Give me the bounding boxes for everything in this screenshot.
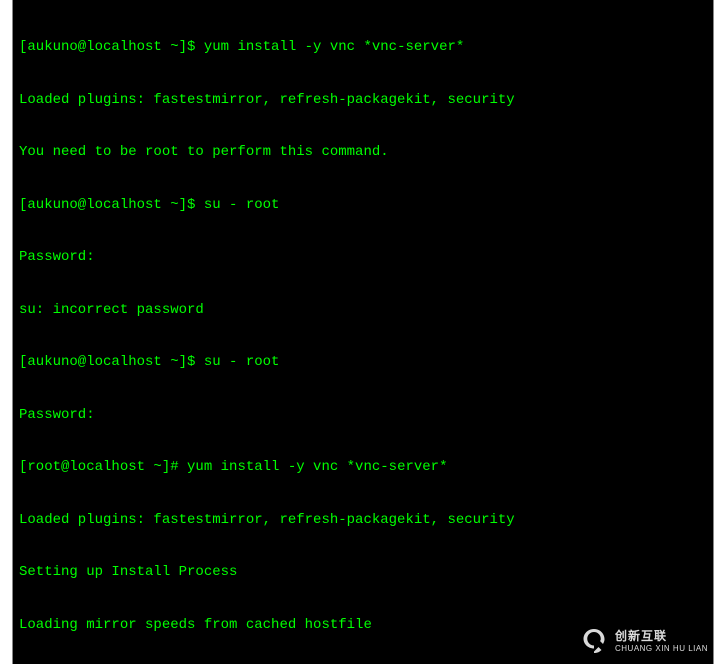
output-line: Setting up Install Process bbox=[19, 564, 707, 582]
password-prompt: Password: bbox=[19, 249, 707, 267]
shell-prompt: [aukuno@localhost ~]$ bbox=[19, 39, 204, 55]
prompt-line: [aukuno@localhost ~]$ su - root bbox=[19, 354, 707, 372]
prompt-line: [root@localhost ~]# yum install -y vnc *… bbox=[19, 459, 707, 477]
command-text: su - root bbox=[204, 354, 280, 370]
output-line: You need to be root to perform this comm… bbox=[19, 144, 707, 162]
output-line: Loaded plugins: fastestmirror, refresh-p… bbox=[19, 512, 707, 530]
output-line: Loaded plugins: fastestmirror, refresh-p… bbox=[19, 92, 707, 110]
command-text: su - root bbox=[204, 197, 280, 213]
command-text: yum install -y vnc *vnc-server* bbox=[187, 459, 447, 475]
shell-prompt: [aukuno@localhost ~]$ bbox=[19, 197, 204, 213]
prompt-line: [aukuno@localhost ~]$ su - root bbox=[19, 197, 707, 215]
error-line: su: incorrect password bbox=[19, 302, 707, 320]
root-prompt: [root@localhost ~]# bbox=[19, 459, 187, 475]
password-prompt: Password: bbox=[19, 407, 707, 425]
prompt-line: [aukuno@localhost ~]$ yum install -y vnc… bbox=[19, 39, 707, 57]
shell-prompt: [aukuno@localhost ~]$ bbox=[19, 354, 204, 370]
output-line: Loading mirror speeds from cached hostfi… bbox=[19, 617, 707, 635]
command-text: yum install -y vnc *vnc-server* bbox=[204, 39, 464, 55]
terminal-window[interactable]: [aukuno@localhost ~]$ yum install -y vnc… bbox=[12, 0, 714, 664]
